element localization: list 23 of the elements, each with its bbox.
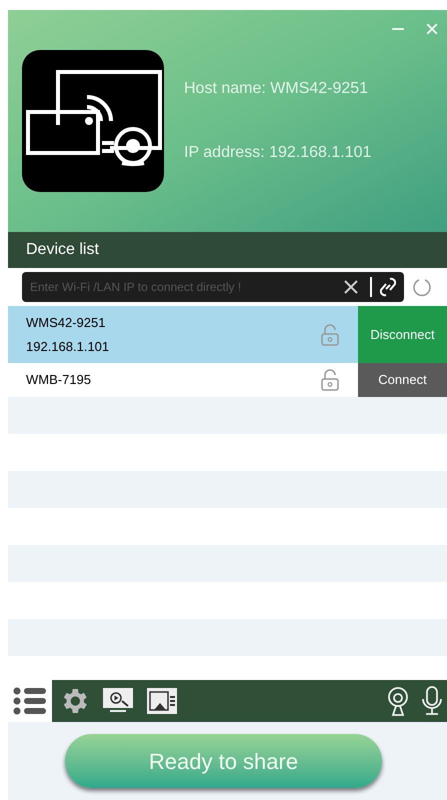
minimize-button[interactable]: −	[390, 14, 405, 46]
microphone-icon[interactable]	[421, 686, 443, 716]
refresh-icon[interactable]	[412, 277, 432, 297]
cast-screen-icon	[146, 687, 178, 715]
device-name: WMS42-9251	[26, 314, 106, 332]
screen-play-icon	[102, 687, 134, 715]
device-list-header: Device list	[8, 232, 447, 268]
list-icon	[13, 686, 47, 716]
link-icon[interactable]	[380, 277, 396, 297]
clear-icon[interactable]	[344, 280, 358, 294]
app-logo-icon	[22, 50, 164, 192]
device-row[interactable]: WMS42-9251 192.168.1.101 Disconnect	[8, 306, 447, 363]
close-button[interactable]: ×	[424, 14, 439, 46]
lock-icon	[320, 324, 340, 346]
ip-address-text: IP address: 192.168.1.101	[184, 143, 372, 163]
device-ip: 192.168.1.101	[26, 338, 110, 356]
disconnect-button[interactable]: Disconnect	[358, 306, 447, 363]
device-name: WMB-7195	[26, 371, 92, 390]
ready-to-share-button[interactable]: Ready to share	[65, 734, 382, 788]
connect-button[interactable]: Connect	[358, 363, 447, 397]
lock-icon	[320, 369, 340, 391]
webcam-icon[interactable]	[387, 686, 409, 716]
host-name-text: Host name: WMS42-9251	[184, 79, 370, 99]
